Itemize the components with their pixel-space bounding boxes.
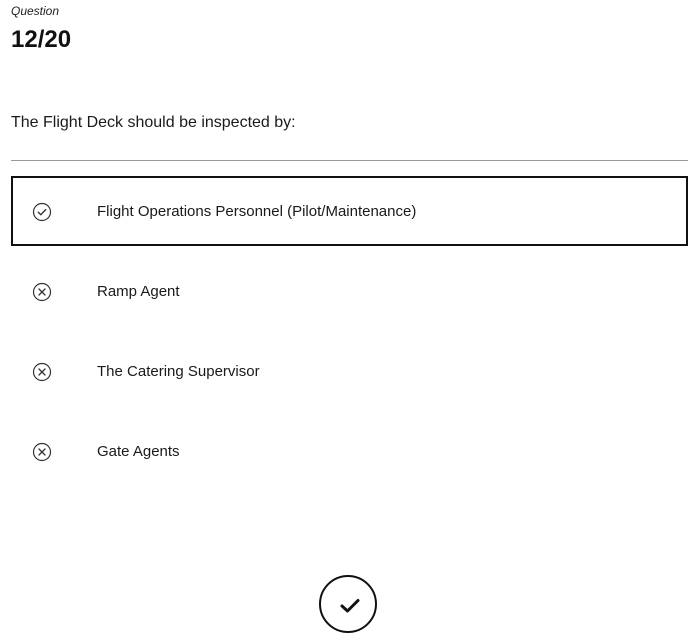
question-label: Question <box>11 4 60 18</box>
x-circle-icon <box>32 282 52 302</box>
answer-label: The Catering Supervisor <box>97 363 260 380</box>
answer-label: Gate Agents <box>97 443 180 460</box>
check-circle-icon <box>32 202 52 222</box>
submit-button[interactable] <box>319 575 377 633</box>
answer-option-2[interactable]: Ramp Agent <box>11 256 688 326</box>
question-text: The Flight Deck should be inspected by: <box>11 114 296 131</box>
question-counter: 12/20 <box>11 26 72 53</box>
x-circle-icon <box>32 362 52 382</box>
answer-label: Flight Operations Personnel (Pilot/Maint… <box>97 203 417 220</box>
answer-list: Flight Operations Personnel (Pilot/Maint… <box>11 176 688 496</box>
divider <box>11 160 688 161</box>
answer-label: Ramp Agent <box>97 283 180 300</box>
answer-option-4[interactable]: Gate Agents <box>11 416 688 486</box>
x-circle-icon <box>32 442 52 462</box>
answer-option-1[interactable]: Flight Operations Personnel (Pilot/Maint… <box>11 176 688 246</box>
answer-option-3[interactable]: The Catering Supervisor <box>11 336 688 406</box>
